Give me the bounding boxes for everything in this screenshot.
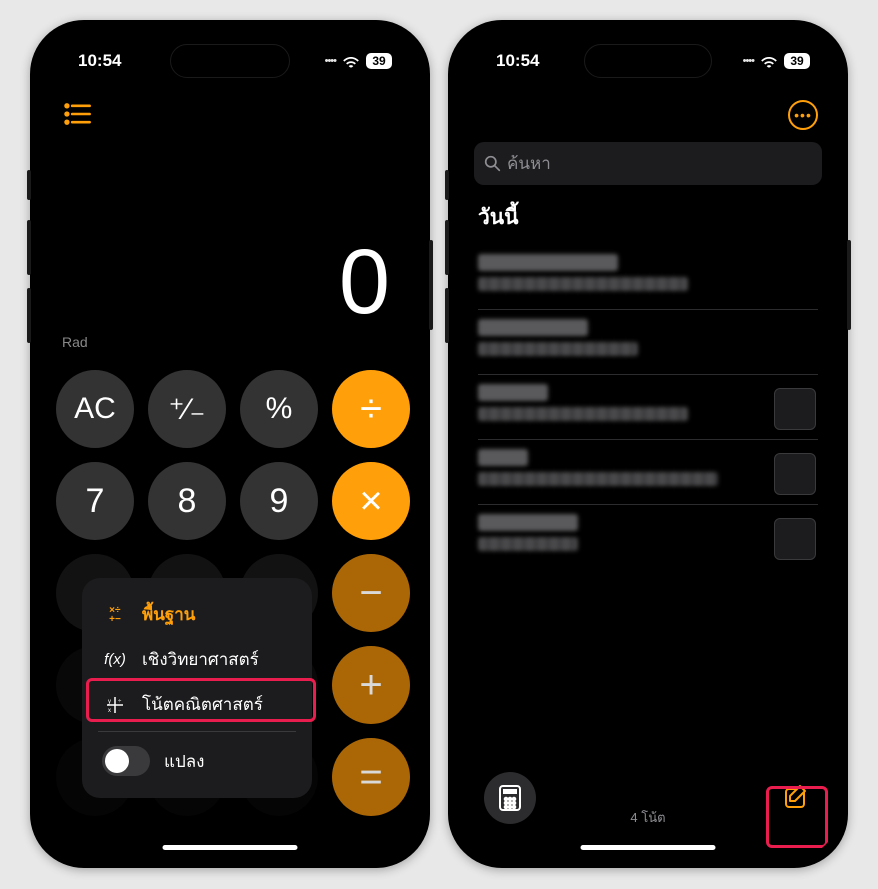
status-time: 10:54 bbox=[496, 51, 539, 71]
home-indicator[interactable] bbox=[163, 845, 298, 850]
volume-down bbox=[445, 288, 449, 343]
note-title-redacted bbox=[478, 254, 618, 271]
key-ac[interactable]: AC bbox=[56, 370, 134, 448]
search-placeholder: ค้นหา bbox=[507, 150, 551, 177]
section-today: วันนี้ bbox=[478, 201, 818, 234]
mode-mathnotes[interactable]: y ÷ x โน้ตคณิตศาสตร์ bbox=[96, 682, 298, 727]
battery-percentage: 39 bbox=[784, 53, 810, 69]
note-thumbnail bbox=[774, 388, 816, 430]
wifi-icon bbox=[760, 55, 778, 68]
mode-basic[interactable]: ×÷+− พื้นฐาน bbox=[96, 592, 298, 637]
key-9[interactable]: 9 bbox=[240, 462, 318, 540]
ellipsis-icon: ••• bbox=[794, 107, 812, 123]
status-time: 10:54 bbox=[78, 51, 121, 71]
note-title-redacted bbox=[478, 514, 578, 531]
svg-text:÷: ÷ bbox=[118, 699, 122, 705]
history-button[interactable] bbox=[64, 102, 92, 126]
note-item[interactable] bbox=[458, 504, 838, 569]
volume-up bbox=[27, 220, 31, 275]
key-percent[interactable]: % bbox=[240, 370, 318, 448]
cell-dots-icon: •••• bbox=[743, 55, 754, 67]
note-item[interactable] bbox=[458, 309, 838, 374]
note-subtitle-redacted bbox=[478, 407, 688, 421]
wifi-icon bbox=[342, 55, 360, 68]
side-button bbox=[445, 170, 449, 200]
calculator-icon bbox=[498, 784, 522, 812]
key-divide[interactable]: ÷ bbox=[332, 370, 410, 448]
phone-calculator: 10:54 •••• 39 0 Rad AC ⁺⁄₋ % ÷ 7 8 bbox=[30, 20, 430, 868]
svg-text:y: y bbox=[108, 699, 111, 705]
volume-up bbox=[445, 220, 449, 275]
basic-icon: ×÷+− bbox=[102, 606, 128, 624]
key-minus[interactable]: − bbox=[332, 554, 410, 632]
cell-dots-icon: •••• bbox=[325, 55, 336, 67]
svg-text:x: x bbox=[108, 708, 111, 714]
note-item[interactable] bbox=[458, 374, 838, 439]
side-button bbox=[27, 170, 31, 200]
note-subtitle-redacted bbox=[478, 277, 688, 291]
mode-mathnotes-label: โน้ตคณิตศาสตร์ bbox=[142, 691, 263, 718]
key-equals[interactable]: = bbox=[332, 738, 410, 816]
dynamic-island bbox=[584, 44, 712, 78]
more-button[interactable]: ••• bbox=[788, 100, 818, 130]
home-indicator[interactable] bbox=[581, 845, 716, 850]
rad-indicator: Rad bbox=[62, 334, 88, 350]
separator bbox=[98, 731, 296, 732]
dynamic-island bbox=[170, 44, 290, 78]
key-8[interactable]: 8 bbox=[148, 462, 226, 540]
modes-popup: ×÷+− พื้นฐาน f(x) เชิงวิทยาศาสตร์ y ÷ x โน… bbox=[82, 578, 312, 798]
volume-down bbox=[27, 288, 31, 343]
note-thumbnail bbox=[774, 518, 816, 560]
key-plus[interactable]: + bbox=[332, 646, 410, 724]
phone-notes: 10:54 •••• 39 ••• ค้นหา วันนี้ bbox=[448, 20, 848, 868]
function-icon: f(x) bbox=[102, 651, 128, 668]
note-item[interactable] bbox=[458, 439, 838, 504]
note-title-redacted bbox=[478, 449, 528, 466]
mode-convert[interactable]: แปลง bbox=[96, 736, 298, 786]
battery-icon: 39 bbox=[366, 53, 392, 69]
mode-basic-label: พื้นฐาน bbox=[142, 601, 195, 628]
convert-switch[interactable] bbox=[102, 746, 150, 776]
key-7[interactable]: 7 bbox=[56, 462, 134, 540]
calc-display: 0 bbox=[339, 230, 390, 335]
search-icon bbox=[484, 155, 501, 172]
mode-scientific-label: เชิงวิทยาศาสตร์ bbox=[142, 646, 259, 673]
compose-button[interactable] bbox=[782, 783, 812, 813]
note-title-redacted bbox=[478, 384, 548, 401]
search-input[interactable]: ค้นหา bbox=[474, 142, 822, 185]
note-item[interactable] bbox=[458, 244, 838, 309]
key-plus-minus[interactable]: ⁺⁄₋ bbox=[148, 370, 226, 448]
mode-scientific[interactable]: f(x) เชิงวิทยาศาสตร์ bbox=[96, 637, 298, 682]
power-button bbox=[429, 240, 433, 330]
power-button bbox=[847, 240, 851, 330]
note-thumbnail bbox=[774, 453, 816, 495]
note-subtitle-redacted bbox=[478, 342, 638, 356]
mode-convert-label: แปลง bbox=[164, 748, 204, 775]
note-subtitle-redacted bbox=[478, 472, 718, 486]
battery-percentage: 39 bbox=[366, 53, 392, 69]
key-multiply[interactable]: × bbox=[332, 462, 410, 540]
compose-icon bbox=[782, 783, 810, 811]
note-title-redacted bbox=[478, 319, 588, 336]
calculator-button[interactable] bbox=[484, 772, 536, 824]
battery-icon: 39 bbox=[784, 53, 810, 69]
note-subtitle-redacted bbox=[478, 537, 578, 551]
mathnotes-icon: y ÷ x bbox=[102, 695, 128, 715]
notes-count: 4 โน้ต bbox=[630, 807, 665, 828]
